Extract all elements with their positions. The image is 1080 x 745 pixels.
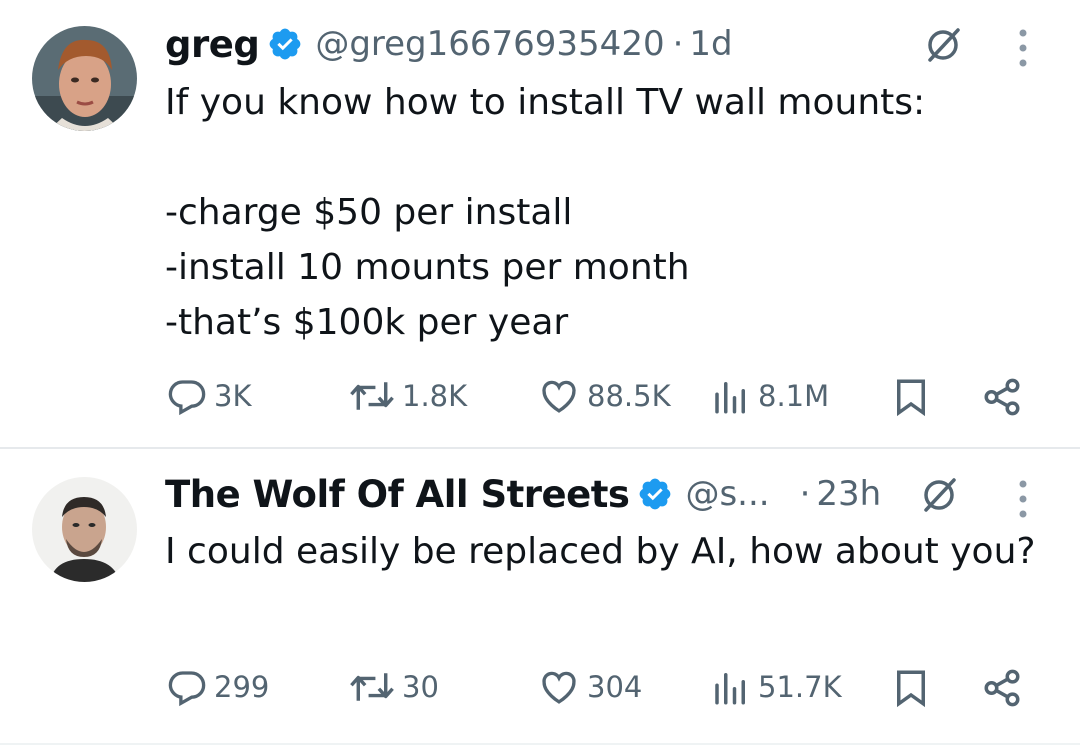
bookmark-icon[interactable] (890, 376, 932, 422)
views-icon (715, 673, 745, 705)
tweet-line: -install 10 mounts per month (165, 247, 690, 288)
avatar-greg[interactable] (32, 26, 137, 131)
views-count: 51.7K (758, 670, 842, 704)
author-handle[interactable]: @s... (685, 474, 769, 514)
action-bar: 299 30 304 51.7K (0, 665, 1080, 709)
views-button[interactable]: 51.7K (710, 665, 842, 709)
like-icon (542, 380, 576, 413)
timestamp[interactable]: 23h (816, 474, 881, 514)
repost-count: 1.8K (402, 379, 468, 413)
author-handle[interactable]: @greg16676935420 (315, 24, 664, 64)
repost-count: 30 (402, 670, 439, 704)
views-count: 8.1M (758, 379, 830, 413)
like-icon (542, 671, 576, 704)
grok-icon[interactable] (918, 474, 960, 516)
tweet-text: I could easily be replaced by AI, how ab… (165, 524, 1045, 579)
reply-button[interactable]: 299 (166, 665, 269, 709)
tweet-line: -charge $50 per install (165, 192, 573, 233)
repost-icon (350, 673, 394, 701)
timestamp[interactable]: 1d (689, 24, 732, 64)
tweet-header: The Wolf Of All Streets @s... · 23h (165, 472, 881, 516)
share-icon[interactable] (980, 376, 1024, 422)
tweet-header: greg @greg16676935420 · 1d (165, 22, 733, 66)
tweet-blank-line (165, 130, 925, 185)
more-options-icon[interactable] (1017, 28, 1029, 68)
verified-badge-icon (637, 476, 673, 512)
verified-badge-icon (267, 26, 303, 62)
tweet-wolf[interactable]: The Wolf Of All Streets @s... · 23h I co… (0, 449, 1080, 745)
reply-icon (168, 380, 206, 416)
reply-button[interactable]: 3K (166, 374, 251, 418)
grok-icon[interactable] (922, 24, 964, 66)
tweet-line: I could easily be replaced by AI, how ab… (165, 531, 1036, 572)
reply-count: 299 (214, 670, 270, 704)
tweet-line: If you know how to install TV wall mount… (165, 82, 926, 123)
separator-dot: · (672, 24, 684, 64)
repost-icon (350, 382, 394, 410)
author-name[interactable]: The Wolf Of All Streets (165, 473, 630, 516)
reply-count: 3K (214, 379, 252, 413)
like-count: 88.5K (587, 379, 671, 413)
like-button[interactable]: 88.5K (537, 374, 671, 418)
avatar-wolf[interactable] (32, 477, 137, 582)
tweet-line: -that’s $100k per year (165, 302, 569, 343)
author-name[interactable]: greg (165, 23, 260, 66)
repost-button[interactable]: 1.8K (348, 374, 467, 418)
more-options-icon[interactable] (1017, 479, 1029, 519)
tweet-greg[interactable]: greg @greg16676935420 · 1d If you know h… (0, 0, 1080, 449)
action-bar: 3K 1.8K 88.5K 8.1M (0, 374, 1080, 418)
views-button[interactable]: 8.1M (710, 374, 829, 418)
repost-button[interactable]: 30 (348, 665, 439, 709)
like-count: 304 (587, 670, 643, 704)
tweet-text: If you know how to install TV wall mount… (165, 75, 925, 350)
bookmark-icon[interactable] (890, 667, 932, 713)
reply-icon (168, 671, 206, 707)
share-icon[interactable] (980, 667, 1024, 713)
separator-dot: · (799, 474, 811, 514)
like-button[interactable]: 304 (537, 665, 642, 709)
views-icon (715, 382, 745, 414)
